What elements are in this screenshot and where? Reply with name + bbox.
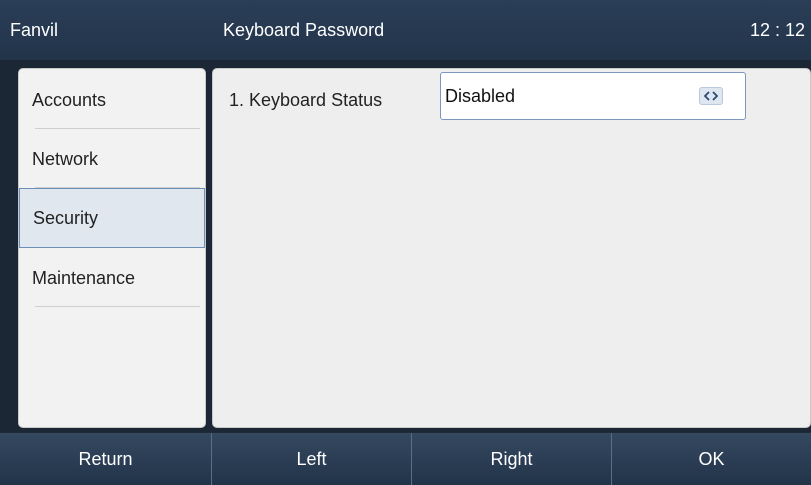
ok-button[interactable]: OK bbox=[611, 433, 811, 485]
sidebar-item-label: Network bbox=[32, 148, 99, 169]
divider bbox=[35, 128, 200, 129]
sidebar-menu: Accounts Network Security Maintenance bbox=[18, 68, 206, 428]
phone-screen: Fanvil Keyboard Password 12 : 12 Account… bbox=[0, 0, 811, 485]
sidebar-item-maintenance[interactable]: Maintenance bbox=[19, 249, 205, 307]
sidebar-item-security[interactable]: Security bbox=[19, 188, 205, 248]
sidebar-item-network[interactable]: Network bbox=[19, 130, 205, 188]
status-bar: Fanvil Keyboard Password 12 : 12 bbox=[0, 0, 811, 60]
left-right-arrows-icon[interactable] bbox=[699, 87, 723, 105]
sidebar-item-label: Accounts bbox=[32, 89, 107, 110]
settings-panel: 1. Keyboard Status Disabled bbox=[212, 68, 811, 428]
sidebar-item-label: Security bbox=[33, 207, 99, 228]
keyboard-status-label: 1. Keyboard Status bbox=[229, 89, 383, 110]
return-button[interactable]: Return bbox=[0, 433, 211, 485]
clock: 12 : 12 bbox=[749, 19, 805, 40]
divider bbox=[35, 306, 200, 307]
sidebar-item-accounts[interactable]: Accounts bbox=[19, 71, 205, 129]
keyboard-status-select[interactable]: Disabled bbox=[440, 72, 746, 120]
right-button[interactable]: Right bbox=[411, 433, 611, 485]
sidebar-item-label: Maintenance bbox=[32, 267, 136, 288]
page-title: Keyboard Password bbox=[223, 19, 385, 40]
keyboard-status-value: Disabled bbox=[445, 85, 516, 106]
left-button[interactable]: Left bbox=[211, 433, 411, 485]
softkey-bar: Return Left Right OK bbox=[0, 433, 811, 485]
brand-label: Fanvil bbox=[10, 20, 59, 40]
